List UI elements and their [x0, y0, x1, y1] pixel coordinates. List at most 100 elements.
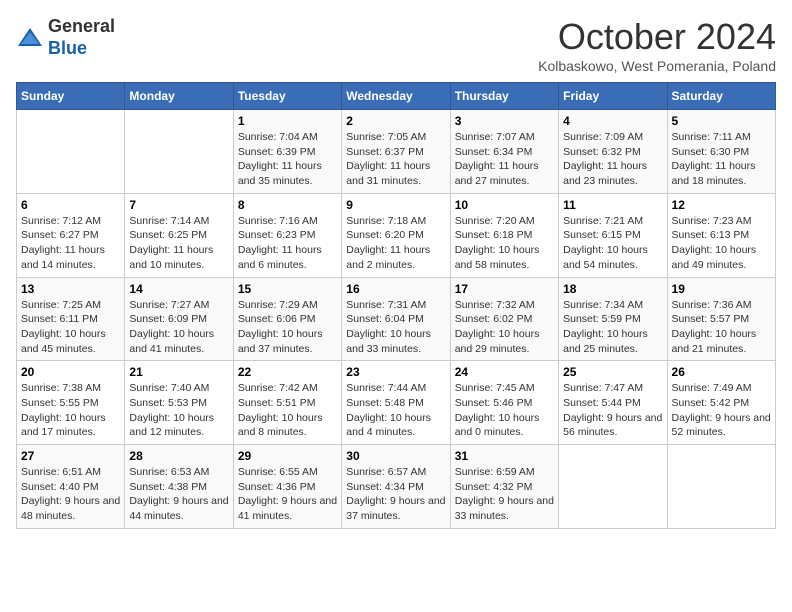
day-detail: Sunrise: 7:49 AM Sunset: 5:42 PM Dayligh…: [672, 381, 771, 440]
calendar-week-row: 27 Sunrise: 6:51 AM Sunset: 4:40 PM Dayli…: [17, 445, 776, 529]
day-number: 28: [129, 449, 228, 463]
calendar-header-row: SundayMondayTuesdayWednesdayThursdayFrid…: [17, 83, 776, 110]
day-number: 4: [563, 114, 662, 128]
calendar-cell: 22 Sunrise: 7:42 AM Sunset: 5:51 PM Dayli…: [233, 361, 341, 445]
calendar-cell: 3Sunrise: 7:07 AM Sunset: 6:34 PM Daylig…: [450, 110, 558, 194]
day-number: 16: [346, 282, 445, 296]
calendar-cell: [17, 110, 125, 194]
logo-icon: [16, 24, 44, 52]
calendar-cell: [667, 445, 775, 529]
day-number: 15: [238, 282, 337, 296]
calendar-body: 1Sunrise: 7:04 AM Sunset: 6:39 PM Daylig…: [17, 110, 776, 529]
day-detail: Sunrise: 7:20 AM Sunset: 6:18 PM Dayligh…: [455, 214, 554, 273]
day-detail: Sunrise: 6:51 AM Sunset: 4:40 PM Dayligh…: [21, 465, 120, 524]
day-detail: Sunrise: 7:21 AM Sunset: 6:15 PM Dayligh…: [563, 214, 662, 273]
logo-blue: Blue: [48, 38, 87, 58]
weekday-header: Thursday: [450, 83, 558, 110]
day-number: 9: [346, 198, 445, 212]
weekday-header: Saturday: [667, 83, 775, 110]
day-number: 29: [238, 449, 337, 463]
calendar-cell: 18 Sunrise: 7:34 AM Sunset: 5:59 PM Dayli…: [559, 277, 667, 361]
day-number: 18: [563, 282, 662, 296]
calendar-cell: 21 Sunrise: 7:40 AM Sunset: 5:53 PM Dayli…: [125, 361, 233, 445]
calendar-cell: 14Sunrise: 7:27 AM Sunset: 6:09 PM Dayli…: [125, 277, 233, 361]
calendar-cell: 15 Sunrise: 7:29 AM Sunset: 6:06 PM Dayli…: [233, 277, 341, 361]
day-number: 2: [346, 114, 445, 128]
location-subtitle: Kolbaskowo, West Pomerania, Poland: [538, 58, 776, 74]
day-detail: Sunrise: 7:14 AM Sunset: 6:25 PM Dayligh…: [129, 214, 228, 273]
weekday-header: Sunday: [17, 83, 125, 110]
day-detail: Sunrise: 7:40 AM Sunset: 5:53 PM Dayligh…: [129, 381, 228, 440]
calendar-cell: 16 Sunrise: 7:31 AM Sunset: 6:04 PM Dayli…: [342, 277, 450, 361]
day-number: 20: [21, 365, 120, 379]
calendar-cell: [125, 110, 233, 194]
calendar-cell: 13Sunrise: 7:25 AM Sunset: 6:11 PM Dayli…: [17, 277, 125, 361]
calendar-cell: 23Sunrise: 7:44 AM Sunset: 5:48 PM Dayli…: [342, 361, 450, 445]
calendar-cell: 9Sunrise: 7:18 AM Sunset: 6:20 PM Daylig…: [342, 193, 450, 277]
calendar-cell: 24Sunrise: 7:45 AM Sunset: 5:46 PM Dayli…: [450, 361, 558, 445]
day-detail: Sunrise: 7:16 AM Sunset: 6:23 PM Dayligh…: [238, 214, 337, 273]
day-detail: Sunrise: 7:32 AM Sunset: 6:02 PM Dayligh…: [455, 298, 554, 357]
day-number: 31: [455, 449, 554, 463]
calendar-cell: 5 Sunrise: 7:11 AM Sunset: 6:30 PM Daylig…: [667, 110, 775, 194]
day-number: 3: [455, 114, 554, 128]
day-detail: Sunrise: 7:44 AM Sunset: 5:48 PM Dayligh…: [346, 381, 445, 440]
calendar-week-row: 13Sunrise: 7:25 AM Sunset: 6:11 PM Dayli…: [17, 277, 776, 361]
day-detail: Sunrise: 7:36 AM Sunset: 5:57 PM Dayligh…: [672, 298, 771, 357]
calendar-cell: 10 Sunrise: 7:20 AM Sunset: 6:18 PM Dayli…: [450, 193, 558, 277]
calendar-week-row: 20 Sunrise: 7:38 AM Sunset: 5:55 PM Dayli…: [17, 361, 776, 445]
day-detail: Sunrise: 7:09 AM Sunset: 6:32 PM Dayligh…: [563, 130, 662, 189]
day-detail: Sunrise: 7:11 AM Sunset: 6:30 PM Dayligh…: [672, 130, 771, 189]
month-title: October 2024: [538, 16, 776, 58]
day-number: 8: [238, 198, 337, 212]
day-number: 7: [129, 198, 228, 212]
weekday-header: Tuesday: [233, 83, 341, 110]
day-detail: Sunrise: 7:42 AM Sunset: 5:51 PM Dayligh…: [238, 381, 337, 440]
title-block: October 2024 Kolbaskowo, West Pomerania,…: [538, 16, 776, 74]
day-number: 13: [21, 282, 120, 296]
calendar-week-row: 1Sunrise: 7:04 AM Sunset: 6:39 PM Daylig…: [17, 110, 776, 194]
day-detail: Sunrise: 7:29 AM Sunset: 6:06 PM Dayligh…: [238, 298, 337, 357]
day-number: 22: [238, 365, 337, 379]
day-detail: Sunrise: 7:05 AM Sunset: 6:37 PM Dayligh…: [346, 130, 445, 189]
calendar-cell: 20 Sunrise: 7:38 AM Sunset: 5:55 PM Dayli…: [17, 361, 125, 445]
calendar-cell: 7 Sunrise: 7:14 AM Sunset: 6:25 PM Daylig…: [125, 193, 233, 277]
logo: General Blue: [16, 16, 115, 59]
calendar-cell: 27 Sunrise: 6:51 AM Sunset: 4:40 PM Dayli…: [17, 445, 125, 529]
day-detail: Sunrise: 6:53 AM Sunset: 4:38 PM Dayligh…: [129, 465, 228, 524]
weekday-header: Monday: [125, 83, 233, 110]
calendar-cell: 1Sunrise: 7:04 AM Sunset: 6:39 PM Daylig…: [233, 110, 341, 194]
day-detail: Sunrise: 7:04 AM Sunset: 6:39 PM Dayligh…: [238, 130, 337, 189]
day-detail: Sunrise: 7:38 AM Sunset: 5:55 PM Dayligh…: [21, 381, 120, 440]
day-number: 6: [21, 198, 120, 212]
day-detail: Sunrise: 6:57 AM Sunset: 4:34 PM Dayligh…: [346, 465, 445, 524]
calendar-cell: 26 Sunrise: 7:49 AM Sunset: 5:42 PM Dayli…: [667, 361, 775, 445]
calendar-cell: 11 Sunrise: 7:21 AM Sunset: 6:15 PM Dayli…: [559, 193, 667, 277]
day-number: 19: [672, 282, 771, 296]
calendar-cell: 25Sunrise: 7:47 AM Sunset: 5:44 PM Dayli…: [559, 361, 667, 445]
calendar-cell: 17 Sunrise: 7:32 AM Sunset: 6:02 PM Dayli…: [450, 277, 558, 361]
calendar-cell: 30Sunrise: 6:57 AM Sunset: 4:34 PM Dayli…: [342, 445, 450, 529]
calendar-cell: 28 Sunrise: 6:53 AM Sunset: 4:38 PM Dayli…: [125, 445, 233, 529]
day-detail: Sunrise: 7:45 AM Sunset: 5:46 PM Dayligh…: [455, 381, 554, 440]
day-detail: Sunrise: 7:23 AM Sunset: 6:13 PM Dayligh…: [672, 214, 771, 273]
day-number: 11: [563, 198, 662, 212]
logo-text: General Blue: [48, 16, 115, 59]
day-detail: Sunrise: 7:27 AM Sunset: 6:09 PM Dayligh…: [129, 298, 228, 357]
day-number: 17: [455, 282, 554, 296]
day-detail: Sunrise: 7:31 AM Sunset: 6:04 PM Dayligh…: [346, 298, 445, 357]
day-detail: Sunrise: 6:55 AM Sunset: 4:36 PM Dayligh…: [238, 465, 337, 524]
day-detail: Sunrise: 7:34 AM Sunset: 5:59 PM Dayligh…: [563, 298, 662, 357]
day-number: 5: [672, 114, 771, 128]
logo-general: General: [48, 16, 115, 36]
calendar-table: SundayMondayTuesdayWednesdayThursdayFrid…: [16, 82, 776, 529]
calendar-cell: 4 Sunrise: 7:09 AM Sunset: 6:32 PM Daylig…: [559, 110, 667, 194]
calendar-cell: 29 Sunrise: 6:55 AM Sunset: 4:36 PM Dayli…: [233, 445, 341, 529]
calendar-cell: [559, 445, 667, 529]
day-number: 26: [672, 365, 771, 379]
day-number: 21: [129, 365, 228, 379]
day-number: 10: [455, 198, 554, 212]
day-number: 27: [21, 449, 120, 463]
calendar-cell: 12Sunrise: 7:23 AM Sunset: 6:13 PM Dayli…: [667, 193, 775, 277]
page-header: General Blue October 2024 Kolbaskowo, We…: [16, 16, 776, 74]
